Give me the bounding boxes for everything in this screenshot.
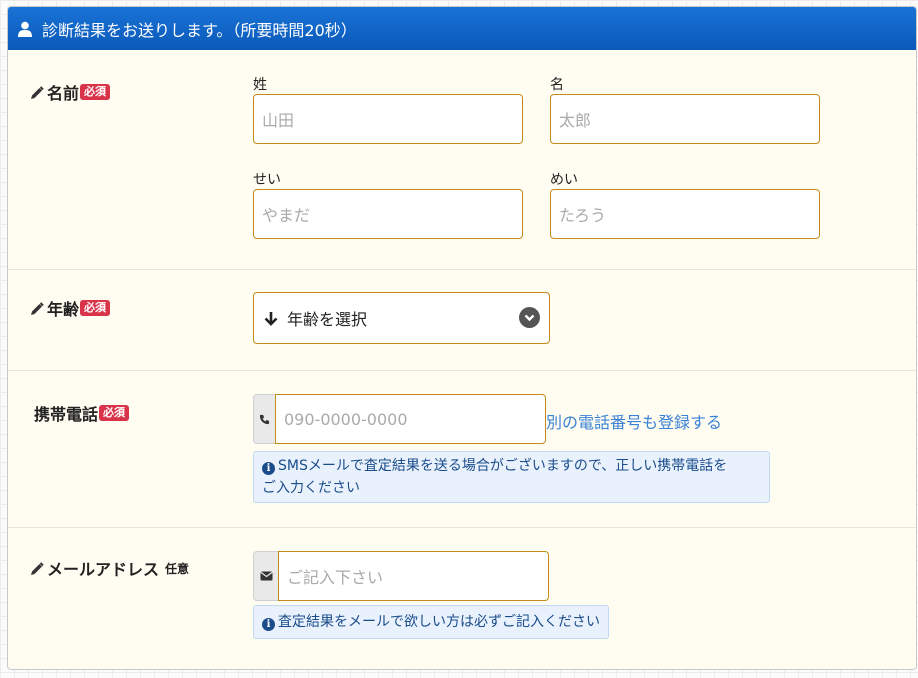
- first-name-input[interactable]: 太郎: [550, 94, 820, 144]
- pencil-icon: [30, 301, 44, 315]
- arrow-down-icon: [264, 311, 278, 326]
- email-row: メールアドレス 任意 ご記入下さい i 査定結果をメールで欲しい方は必ずご記入くだ…: [8, 527, 916, 669]
- add-phone-link[interactable]: 別の電話番号も登録する: [546, 409, 722, 433]
- phone-label: 携帯電話 必須: [34, 401, 130, 425]
- age-label-text: 年齢: [47, 300, 80, 319]
- last-name-label: 姓: [253, 77, 267, 93]
- age-row: 年齢 必須 年齢を選択: [8, 269, 916, 370]
- phone-label-text: 携帯電話: [34, 405, 99, 424]
- pencil-icon: [30, 85, 44, 99]
- required-badge: 必須: [99, 405, 130, 421]
- info-circle-icon: i: [262, 618, 275, 631]
- email-addon: [253, 551, 279, 601]
- email-label: メールアドレス 任意: [30, 556, 189, 580]
- first-name-kana-label: めい: [550, 172, 578, 188]
- optional-badge: 任意: [165, 561, 190, 576]
- user-icon: [18, 21, 32, 37]
- email-input[interactable]: ご記入下さい: [278, 551, 549, 601]
- phone-icon: [259, 414, 270, 425]
- first-name-label: 名: [550, 77, 564, 93]
- email-info-text: 査定結果をメールで欲しい方は必ずご記入ください: [278, 614, 600, 630]
- info-circle-icon: i: [262, 462, 275, 475]
- diagnosis-form-panel: 診断結果をお送りします。（所要時間20秒） 名前 必須 姓 山田 名 太郎 せい…: [7, 6, 917, 670]
- email-info-box: i 査定結果をメールで欲しい方は必ずご記入ください: [253, 605, 609, 639]
- age-select-value: 年齢を選択: [287, 310, 368, 329]
- name-label: 名前 必須: [30, 80, 111, 104]
- age-label: 年齢 必須: [30, 296, 111, 320]
- pencil-icon: [30, 561, 44, 575]
- form-title: 診断結果をお送りします。（所要時間20秒）: [42, 20, 357, 40]
- chevron-down-circle-icon: [519, 307, 540, 328]
- age-select[interactable]: 年齢を選択: [253, 292, 550, 344]
- envelope-icon: [259, 571, 273, 581]
- phone-addon: [253, 394, 276, 444]
- email-label-text: メールアドレス: [47, 560, 160, 579]
- name-row: 名前 必須 姓 山田 名 太郎 せい やまだ めい たろう: [8, 50, 916, 269]
- last-name-kana-label: せい: [253, 172, 281, 188]
- last-name-kana-input[interactable]: やまだ: [253, 189, 523, 239]
- phone-row: 携帯電話 必須 090-0000-0000 別の電話番号も登録する i SMSメー…: [8, 370, 916, 527]
- first-name-kana-input[interactable]: たろう: [550, 189, 820, 239]
- phone-info-line2: ご入力ください: [262, 480, 360, 496]
- form-header: 診断結果をお送りします。（所要時間20秒）: [8, 7, 916, 50]
- name-label-text: 名前: [47, 84, 80, 103]
- required-badge: 必須: [80, 300, 111, 316]
- phone-info-box: i SMSメールで査定結果を送る場合がございますので、正しい携帯電話を ご入力くだ…: [253, 451, 770, 503]
- phone-input[interactable]: 090-0000-0000: [275, 394, 546, 444]
- last-name-input[interactable]: 山田: [253, 94, 523, 144]
- required-badge: 必須: [80, 84, 111, 100]
- phone-info-line1: SMSメールで査定結果を送る場合がございますので、正しい携帯電話を: [278, 458, 728, 474]
